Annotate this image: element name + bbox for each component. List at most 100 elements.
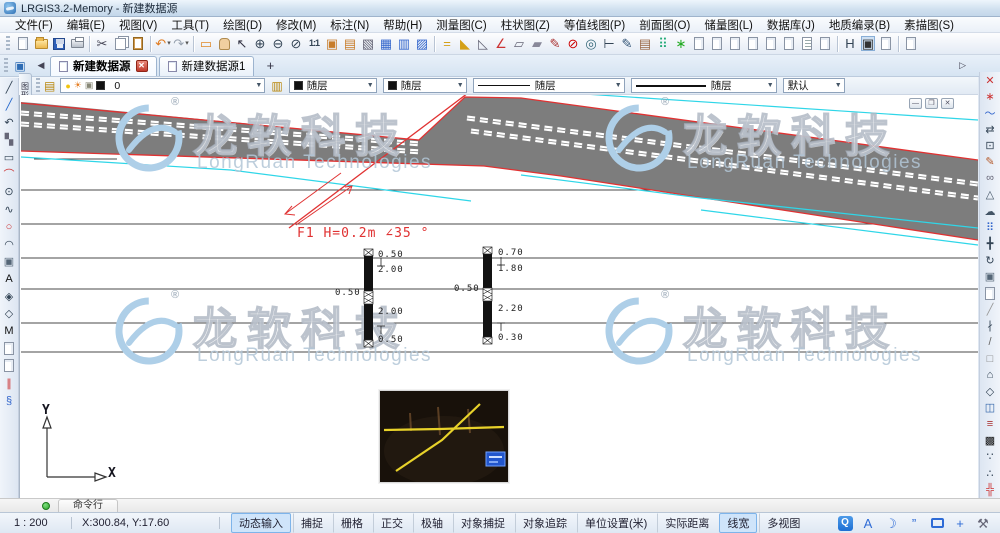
box3d-icon[interactable]: ◫ <box>982 400 999 416</box>
toggle-multiview[interactable]: 多视图 <box>759 513 808 533</box>
menu-contour-map[interactable]: 等值线图(P) <box>557 17 632 33</box>
hatch-fill-icon[interactable]: ▩ <box>982 433 999 449</box>
layerbar-grip[interactable] <box>36 78 40 94</box>
print-icon[interactable] <box>68 35 86 53</box>
array-icon[interactable]: ⠿ <box>982 220 999 236</box>
ellipse-icon[interactable]: ○ <box>1 218 18 235</box>
shape-combo-icon[interactable]: ▚ <box>1 131 18 148</box>
toggle-dynamic-input[interactable]: 动态输入 <box>231 513 291 533</box>
pan-icon[interactable] <box>215 35 233 53</box>
title-bar[interactable]: LRGIS3.2-Memory - 新建数据源 <box>0 0 1000 17</box>
menu-help[interactable]: 帮助(H) <box>376 17 429 33</box>
menu-database[interactable]: 数据库(J) <box>760 17 822 33</box>
copy-icon[interactable] <box>111 35 129 53</box>
minimize-icon[interactable]: — <box>909 98 922 109</box>
stretch-icon[interactable]: ⇄ <box>982 121 999 137</box>
tile-window-icon[interactable]: ▥ <box>395 35 413 53</box>
docB-icon[interactable] <box>1 357 18 374</box>
menu-view[interactable]: 视图(V) <box>112 17 164 33</box>
zoom-extents-icon[interactable]: ⊘ <box>287 35 305 53</box>
link-icon[interactable]: ∞ <box>982 170 999 186</box>
menu-modify[interactable]: 修改(M) <box>269 17 323 33</box>
hatch-block-icon[interactable]: ◈ <box>1 288 18 305</box>
chevron-down-icon[interactable]: ▼ <box>251 82 262 89</box>
paste-icon[interactable] <box>129 35 147 53</box>
mirror-icon[interactable]: △ <box>982 187 999 203</box>
polygon2-icon[interactable]: ◇ <box>982 383 999 399</box>
menu-column-map[interactable]: 柱状图(Z) <box>494 17 557 33</box>
doc5-icon[interactable] <box>762 35 780 53</box>
unit-settings[interactable]: 单位设置(米) <box>577 513 655 533</box>
zoom-out-icon[interactable]: ⊖ <box>269 35 287 53</box>
drawing-canvas[interactable]: ® 龙软科技 LongRuan Technologies ® 龙软科技 Long… <box>19 95 978 498</box>
chevron-down-icon[interactable]: ▼ <box>363 82 374 89</box>
move-icon[interactable]: ╋ <box>982 236 999 252</box>
named-view-icon[interactable]: ▣ <box>323 35 341 53</box>
tabbar-grip[interactable] <box>4 58 8 74</box>
rotate-icon[interactable]: ↻ <box>982 252 999 268</box>
layer-manager-icon[interactable]: ▤ <box>44 79 55 93</box>
new-tab-button[interactable]: + <box>262 58 278 73</box>
text-icon[interactable]: A <box>1 270 18 287</box>
array-grid-icon[interactable]: ⠿ <box>654 35 672 53</box>
crop-icon[interactable]: ⊡ <box>982 138 999 154</box>
doc4-icon[interactable] <box>744 35 762 53</box>
toggle-ortho[interactable]: 正交 <box>373 513 411 533</box>
break-line-icon[interactable]: ∤ <box>982 318 999 334</box>
undo-icon[interactable]: ↶ <box>154 35 172 53</box>
tab-document-2[interactable]: 新建数据源1 <box>159 56 255 76</box>
cascade-window-icon[interactable]: ▨ <box>413 35 431 53</box>
linetype-select[interactable]: 随层 ▼ <box>473 78 625 93</box>
redo-icon[interactable]: ↷ <box>172 35 190 53</box>
monitor-icon[interactable] <box>928 514 946 532</box>
gray-line-icon[interactable]: ╱ <box>982 301 999 317</box>
edit-script-icon[interactable]: ✎ <box>546 35 564 53</box>
dashed-rect-icon[interactable]: □ <box>982 351 999 367</box>
annotation-icon[interactable]: A <box>859 514 877 532</box>
tab-document-1[interactable]: 新建数据源 ✕ <box>50 56 157 76</box>
cloud-icon[interactable]: ☁ <box>982 203 999 219</box>
layer-select[interactable]: ● ☀ ▣ 0 ▼ <box>60 78 265 93</box>
regen-icon[interactable]: ▧ <box>359 35 377 53</box>
menu-geology-log[interactable]: 地质编录(B) <box>822 17 897 33</box>
menu-edit[interactable]: 编辑(E) <box>60 17 112 33</box>
plotstyle-select[interactable]: 默认 ▼ <box>783 78 845 93</box>
moon-icon[interactable]: ☽ <box>882 514 900 532</box>
tab-scroll-left[interactable]: ◀ <box>34 60 48 71</box>
toggle-snap[interactable]: 捕捉 <box>293 513 331 533</box>
layers-red-icon[interactable]: ≡ <box>982 416 999 432</box>
new-file-icon[interactable] <box>14 35 32 53</box>
yellow-bars-icon[interactable]: = <box>438 35 456 53</box>
menu-draw[interactable]: 绘图(D) <box>216 17 269 33</box>
zoom-window-icon[interactable]: ▭ <box>197 35 215 53</box>
tab-scroll-right[interactable]: ▷ <box>959 60 966 71</box>
toggle-lineweight[interactable]: 线宽 <box>719 513 757 533</box>
zoom-1to1-icon[interactable]: 1:1 <box>305 35 323 53</box>
break-line2-icon[interactable]: / <box>982 334 999 350</box>
rectangle-icon[interactable]: ▭ <box>1 149 18 166</box>
color2-select[interactable]: 随层 ▼ <box>383 78 467 93</box>
zoom-in-icon[interactable]: ⊕ <box>251 35 269 53</box>
toggle-osnap[interactable]: 对象捕捉 <box>453 513 513 533</box>
polygon1-icon[interactable]: ⌂ <box>982 367 999 383</box>
toggle-polar[interactable]: 极轴 <box>413 513 451 533</box>
parallel-lines-icon[interactable]: ∥ <box>1 375 18 392</box>
protractor-icon[interactable]: ◺ <box>474 35 492 53</box>
menu-section-map[interactable]: 剖面图(O) <box>632 17 697 33</box>
chevron-down-icon[interactable]: ▼ <box>611 82 622 89</box>
quick-zoom-icon[interactable]: Q <box>836 514 854 532</box>
menu-annotate[interactable]: 标注(N) <box>323 17 376 33</box>
script-doc-icon[interactable] <box>798 35 816 53</box>
angle-line-icon[interactable]: ∠ <box>492 35 510 53</box>
dock-window-icon[interactable]: ▣ <box>12 58 28 73</box>
edit-note-icon[interactable]: ✎ <box>618 35 636 53</box>
no-entry-icon[interactable]: ⊘ <box>564 35 582 53</box>
sun-icon[interactable]: ☀ <box>74 80 82 91</box>
measure-distance-icon[interactable]: ⊢ <box>600 35 618 53</box>
explode-icon[interactable]: ╬ <box>982 482 999 498</box>
menu-sketch-map[interactable]: 素描图(S) <box>897 17 961 33</box>
docA-icon[interactable] <box>1 340 18 357</box>
restore-icon[interactable]: ❐ <box>925 98 938 109</box>
quote-icon[interactable]: ” <box>905 514 923 532</box>
s-curve-icon[interactable]: § <box>1 392 18 409</box>
